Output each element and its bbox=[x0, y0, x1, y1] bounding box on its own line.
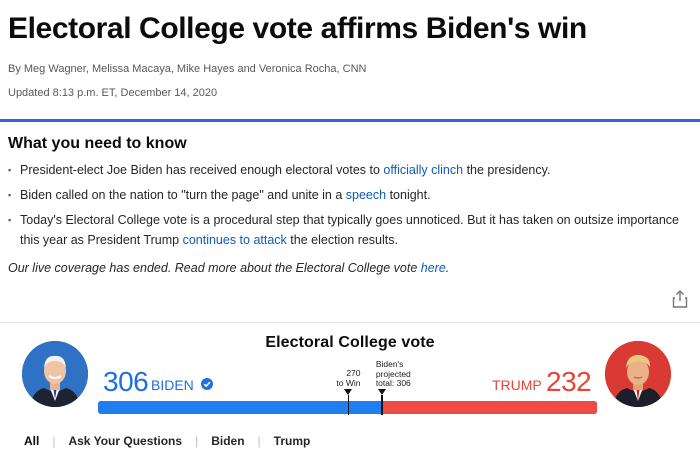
live-updates-filter-tabs: All | Ask Your Questions | Biden | Trump bbox=[24, 434, 310, 448]
trump-avatar bbox=[605, 341, 671, 407]
need-to-know-title: What you need to know bbox=[8, 135, 187, 152]
projected-line-3: total: 306 bbox=[375, 378, 411, 388]
share-icon[interactable] bbox=[672, 290, 688, 308]
tab-separator: | bbox=[195, 434, 199, 448]
trump-bar-segment bbox=[381, 401, 597, 414]
continues-to-attack-link[interactable]: continues to attack bbox=[183, 233, 287, 247]
key-point-text: the election results. bbox=[286, 233, 398, 247]
trump-name-label: TRUMP bbox=[492, 377, 542, 393]
trump-vote-count: 232 bbox=[546, 366, 592, 397]
key-point-text: Biden called on the nation to "turn the … bbox=[20, 188, 346, 202]
coverage-text: Our live coverage has ended. Read more a… bbox=[8, 261, 421, 275]
biden-name-label: BIDEN bbox=[151, 377, 194, 393]
to-win-marker-line bbox=[347, 395, 350, 415]
tab-ask-your-questions[interactable]: Ask Your Questions bbox=[68, 434, 182, 448]
key-point-text: the presidency. bbox=[463, 163, 551, 177]
coverage-text-end: . bbox=[445, 261, 450, 275]
tab-trump[interactable]: Trump bbox=[274, 434, 311, 448]
projected-total-label: Biden's projected total: 306 bbox=[375, 359, 411, 389]
tab-separator: | bbox=[52, 434, 56, 448]
coverage-ended-note: Our live coverage has ended. Read more a… bbox=[8, 261, 449, 275]
tab-biden[interactable]: Biden bbox=[211, 434, 244, 448]
article-headline: Electoral College vote affirms Biden's w… bbox=[8, 12, 587, 45]
key-point: Today's Electoral College vote is a proc… bbox=[8, 210, 692, 250]
key-point-text: President-elect Joe Biden has received e… bbox=[20, 163, 384, 177]
biden-vote-count: 306 bbox=[103, 366, 149, 397]
article-byline: By Meg Wagner, Melissa Macaya, Mike Haye… bbox=[8, 63, 367, 75]
read-more-here-link[interactable]: here bbox=[421, 261, 446, 275]
tab-separator: | bbox=[257, 434, 261, 448]
key-point-text: tonight. bbox=[386, 188, 431, 202]
tab-all[interactable]: All bbox=[24, 434, 39, 448]
projected-marker-line bbox=[381, 395, 383, 415]
article-updated-timestamp: Updated 8:13 p.m. ET, December 14, 2020 bbox=[8, 87, 218, 99]
biden-avatar bbox=[22, 341, 88, 407]
speech-link[interactable]: speech bbox=[346, 188, 386, 202]
biden-bar-segment bbox=[98, 401, 382, 414]
verified-check-icon bbox=[201, 378, 213, 390]
to-win-label: 270 to Win bbox=[336, 368, 361, 388]
key-points-list: President-elect Joe Biden has received e… bbox=[8, 160, 692, 255]
electoral-college-title: Electoral College vote bbox=[265, 334, 435, 351]
key-point: Biden called on the nation to "turn the … bbox=[8, 185, 692, 205]
officially-clinch-link[interactable]: officially clinch bbox=[383, 163, 463, 177]
key-point: President-elect Joe Biden has received e… bbox=[8, 160, 692, 180]
to-win-text: to Win bbox=[336, 377, 361, 388]
